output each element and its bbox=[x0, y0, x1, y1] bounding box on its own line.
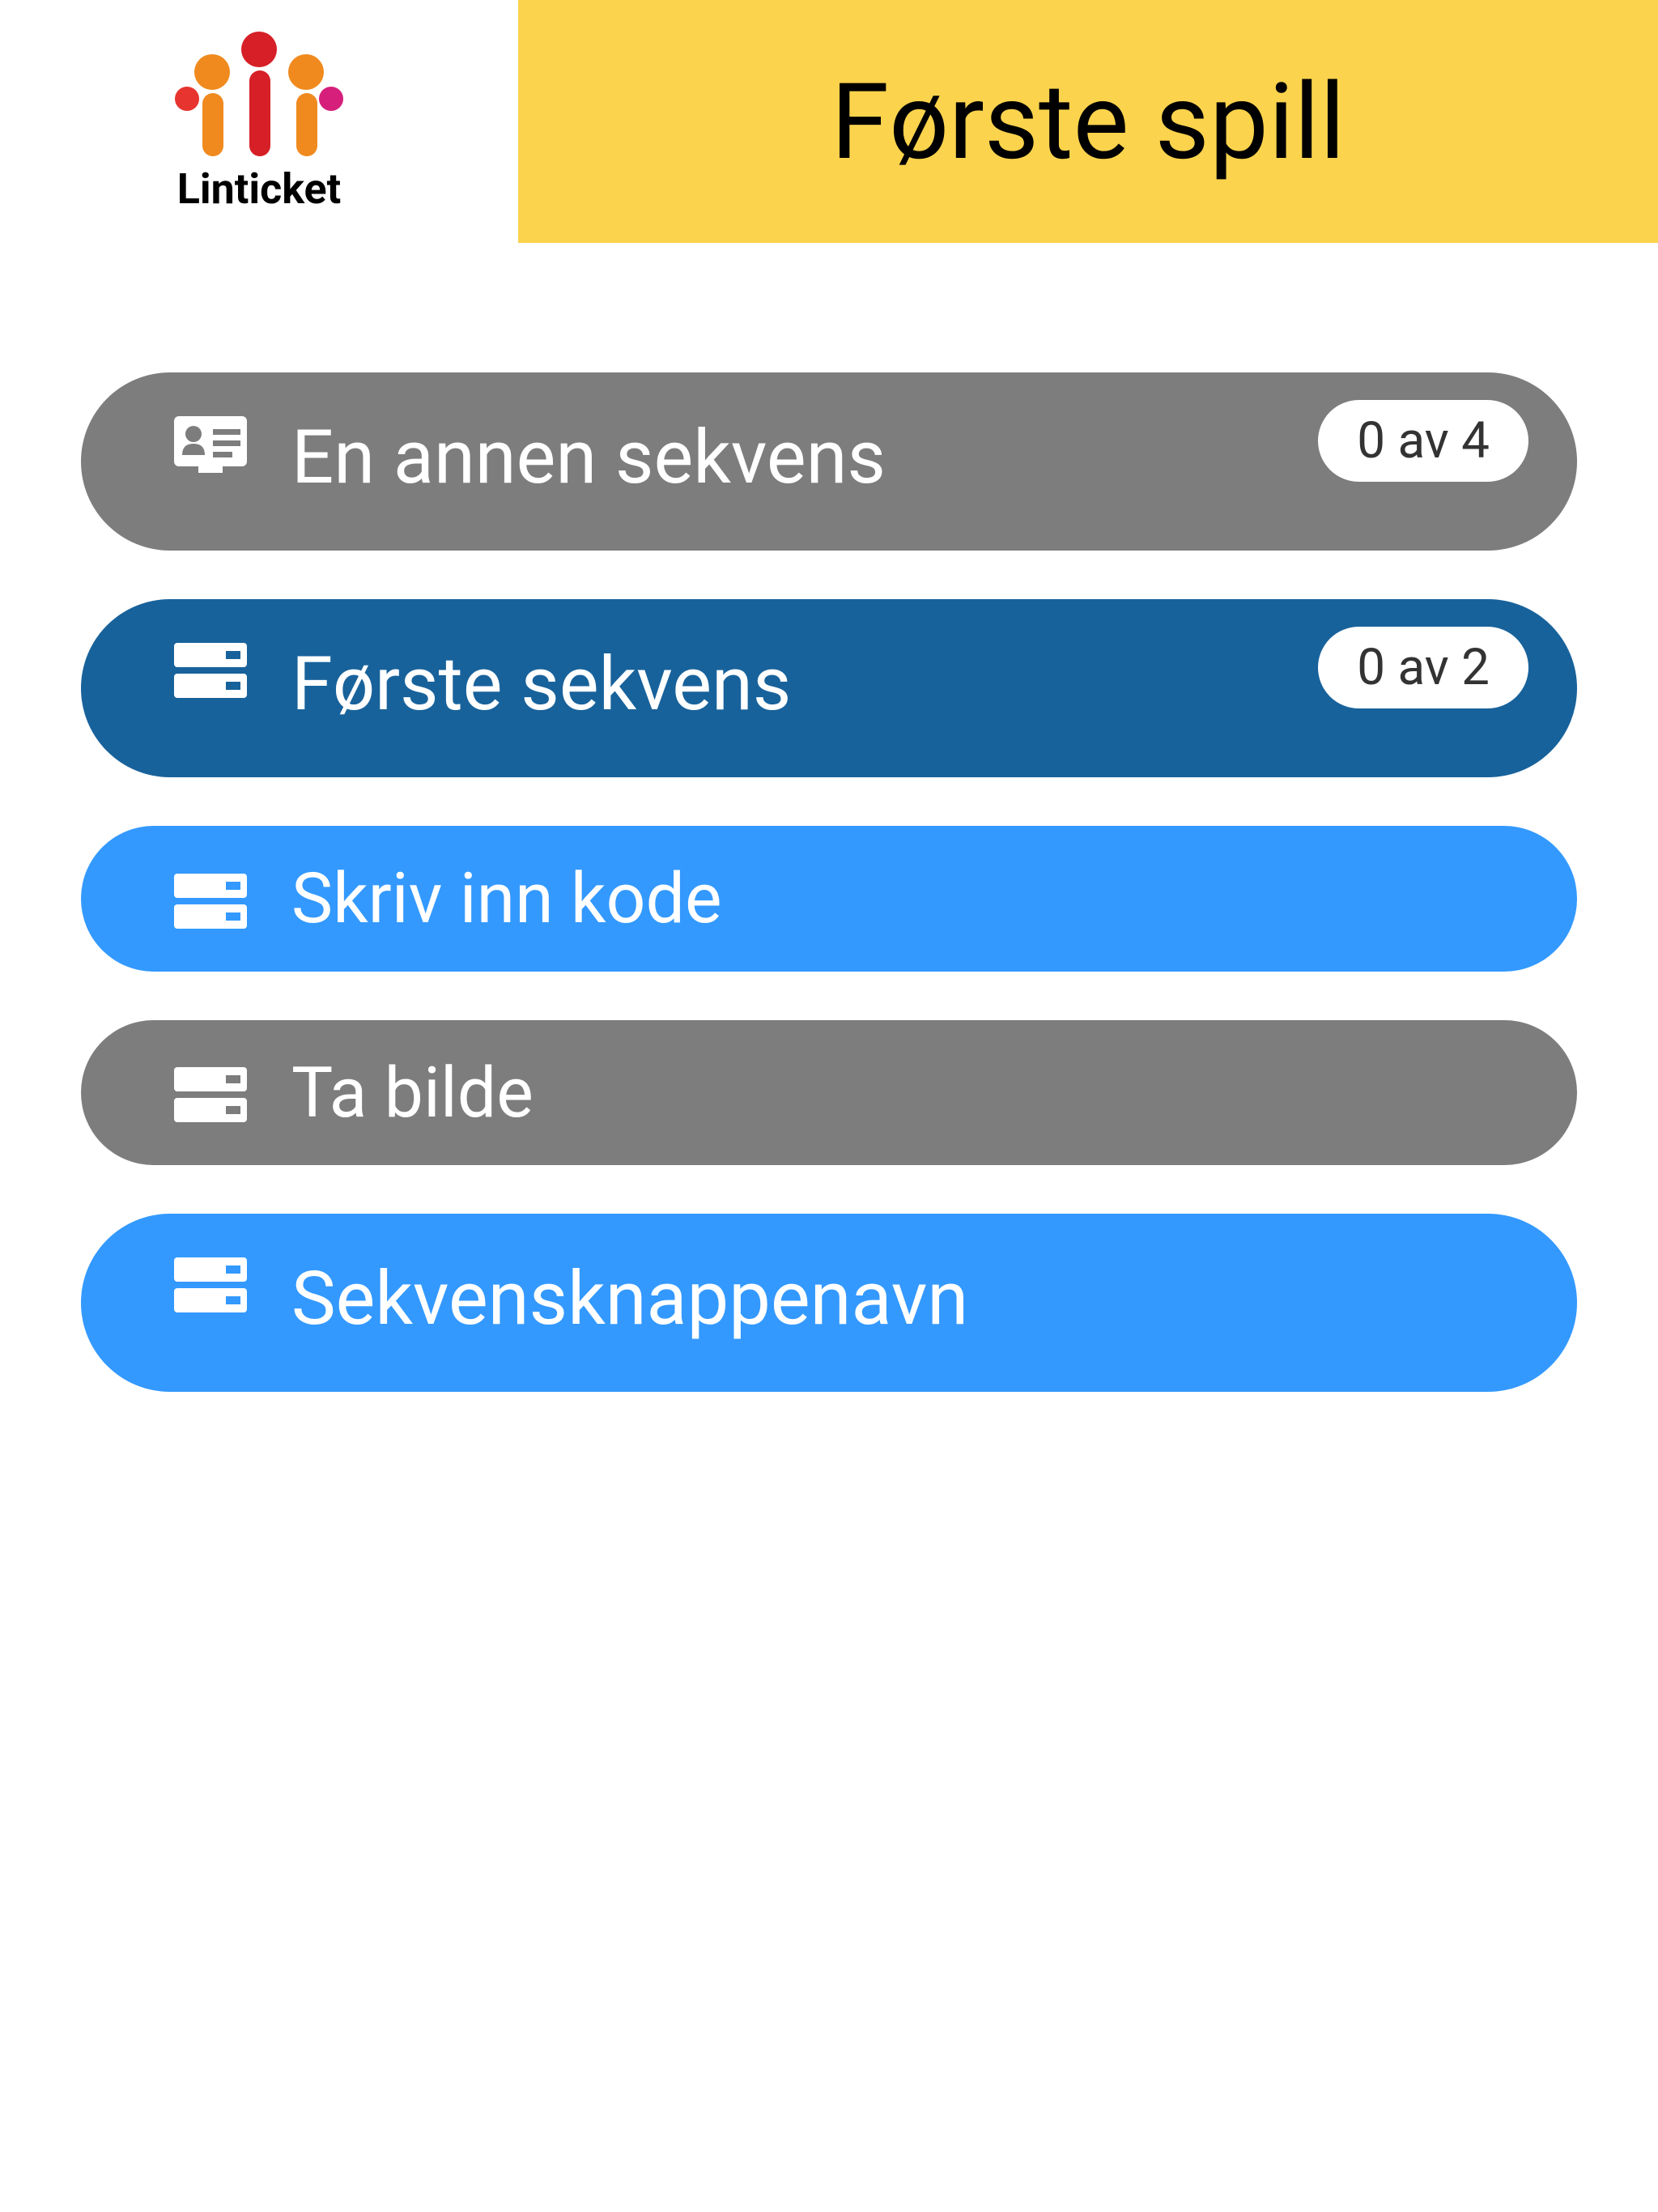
server-icon bbox=[174, 643, 247, 698]
logo-icon bbox=[170, 30, 348, 160]
sequence-item-forste[interactable]: Første sekvens 0 av 2 bbox=[81, 599, 1577, 777]
action-label: Ta bilde bbox=[291, 1049, 1528, 1137]
action-label: Sekvensknappenavn bbox=[291, 1253, 1528, 1346]
action-label: Skriv inn kode bbox=[291, 855, 1528, 942]
progress-badge: 0 av 2 bbox=[1318, 627, 1528, 708]
sequence-item-en-annen[interactable]: En annen sekvens 0 av 4 bbox=[81, 372, 1577, 551]
sequence-label: En annen sekvens bbox=[291, 411, 1294, 504]
sequence-label: Første sekvens bbox=[291, 638, 1294, 731]
header: Linticket Første spill bbox=[0, 0, 1658, 243]
page-title-container: Første spill bbox=[518, 0, 1658, 243]
brand-name: Linticket bbox=[177, 164, 341, 214]
action-sekvensknappenavn[interactable]: Sekvensknappenavn bbox=[81, 1214, 1577, 1392]
action-ta-bilde[interactable]: Ta bilde bbox=[81, 1020, 1577, 1166]
action-skriv-inn-kode[interactable]: Skriv inn kode bbox=[81, 826, 1577, 972]
page-title: Første spill bbox=[831, 60, 1345, 184]
server-icon bbox=[174, 1067, 247, 1122]
server-icon bbox=[174, 874, 247, 929]
id-card-icon bbox=[174, 416, 247, 473]
logo: Linticket bbox=[0, 0, 518, 243]
progress-badge: 0 av 4 bbox=[1318, 400, 1528, 482]
server-icon bbox=[174, 1257, 247, 1312]
sequence-list: En annen sekvens 0 av 4 Første sekvens 0… bbox=[0, 243, 1658, 1473]
